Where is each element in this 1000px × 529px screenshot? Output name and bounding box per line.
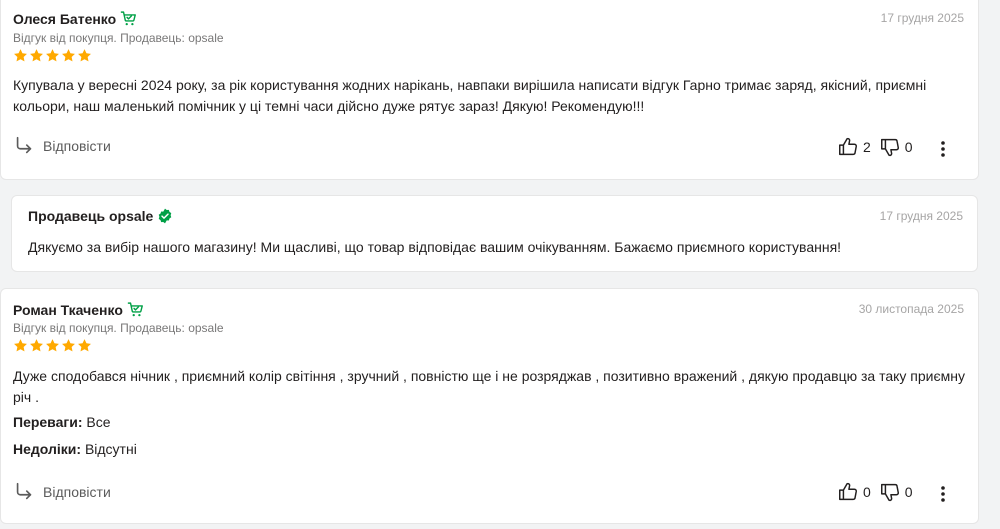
star-icon (77, 48, 92, 63)
verified-buyer-cart-icon (120, 10, 137, 27)
more-options-button[interactable] (935, 484, 951, 504)
pros-label: Переваги: (13, 414, 83, 430)
verified-buyer-cart-icon (127, 301, 144, 318)
reply-button[interactable]: Відповісти (13, 481, 111, 503)
thumb-up-icon (837, 481, 859, 503)
seller-reply-date: 17 грудня 2025 (879, 209, 963, 223)
star-icon (45, 48, 60, 63)
rating-stars (13, 48, 92, 63)
review-author-row: Роман Ткаченко (13, 301, 144, 320)
star-icon (29, 338, 44, 353)
seller-title-row: Продавець opsale (28, 208, 173, 226)
seller-reply-text: Дякуємо за вибір нашого магазину! Ми щас… (28, 239, 842, 255)
review-author: Роман Ткаченко (13, 302, 123, 318)
vote-controls: 2 0 (837, 136, 913, 158)
cons-row: Недоліки: Відсутні (13, 439, 137, 460)
reply-button[interactable]: Відповісти (13, 135, 111, 157)
pros-row: Переваги: Все (13, 412, 111, 433)
reply-label: Відповісти (43, 484, 111, 500)
thumb-up-icon (837, 136, 859, 158)
like-count: 2 (863, 139, 871, 155)
star-icon (77, 338, 92, 353)
review-author: Олеся Батенко (13, 11, 117, 27)
dislike-button[interactable]: 0 (879, 481, 913, 503)
review-meta: Відгук від покупця. Продавець: opsale (13, 31, 224, 45)
star-icon (13, 338, 28, 353)
star-icon (61, 338, 76, 353)
thumb-down-icon (879, 136, 901, 158)
review-date: 30 листопада 2025 (858, 302, 964, 316)
verified-seller-check-icon (157, 208, 173, 224)
seller-title: Продавець opsale (28, 208, 154, 224)
like-button[interactable]: 0 (837, 481, 871, 503)
more-vertical-icon (941, 486, 945, 502)
review-meta: Відгук від покупця. Продавець: opsale (13, 321, 224, 335)
dislike-count: 0 (904, 484, 913, 500)
rating-stars (13, 338, 92, 353)
dislike-count: 0 (904, 139, 913, 155)
review-card: Роман Ткаченко 30 листопада 2025 Відгук … (0, 288, 979, 524)
review-card: Олеся Батенко 17 грудня 2025 Відгук від … (0, 0, 979, 180)
dislike-button[interactable]: 0 (879, 136, 913, 158)
review-date: 17 грудня 2025 (880, 11, 964, 25)
star-icon (29, 48, 44, 63)
thumb-down-icon (879, 481, 901, 503)
cons-label: Недоліки: (13, 441, 82, 457)
seller-reply-card: Продавець opsale 17 грудня 2025 Дякуємо … (11, 195, 978, 272)
cons-value: Відсутні (84, 441, 137, 457)
more-vertical-icon (941, 141, 945, 157)
review-author-row: Олеся Батенко (13, 10, 137, 29)
reply-arrow-icon (13, 481, 35, 503)
star-icon (45, 338, 60, 353)
pros-value: Все (86, 414, 111, 430)
like-count: 0 (863, 484, 871, 500)
reply-arrow-icon (13, 135, 35, 157)
vote-controls: 0 0 (837, 481, 913, 503)
review-text: Купувала у вересні 2024 року, за рік кор… (13, 77, 927, 114)
star-icon (61, 48, 76, 63)
review-text: Дуже сподобався нічник , приємний колір … (13, 368, 965, 405)
more-options-button[interactable] (935, 139, 951, 159)
like-button[interactable]: 2 (837, 136, 871, 158)
star-icon (13, 48, 28, 63)
reply-label: Відповісти (43, 138, 111, 154)
